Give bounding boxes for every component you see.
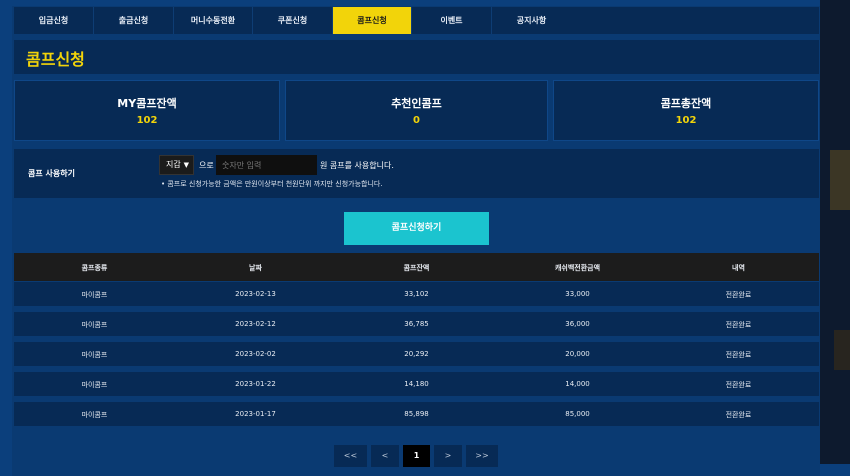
tab-coupon[interactable]: 쿠폰신청: [253, 7, 333, 34]
tab-comp[interactable]: 콤프신청: [333, 7, 412, 34]
header-comp-balance: 콤프잔액: [403, 264, 430, 272]
table-row: 마이콤프 2023-02-12 36,785 36,000 전환완료: [14, 312, 819, 336]
cell-cashback-amount: 33,000: [565, 290, 590, 298]
table-header: 콤프종류 날짜 콤프잔액 캐쉬백전환금액 내역: [14, 253, 819, 281]
top-tab-bar: 입금신청 출금신청 머니수동전환 쿠폰신청 콤프신청 이벤트 공지사항: [14, 7, 572, 34]
side-backdrop: [820, 0, 850, 464]
stat-label: 추천인콤프: [391, 97, 442, 110]
title-bar: 콤프신청: [14, 40, 819, 74]
stat-value: 0: [413, 115, 420, 126]
cell-cashback-amount: 14,000: [565, 380, 590, 388]
stat-label: MY콤프잔액: [117, 97, 177, 110]
cell-comp-balance: 33,102: [404, 290, 429, 298]
cell-cashback-amount: 36,000: [565, 320, 590, 328]
tab-deposit[interactable]: 입금신청: [14, 7, 94, 34]
cell-cashback-amount: 20,000: [565, 350, 590, 358]
cell-comp-type: 마이콤프: [81, 381, 108, 389]
stat-total-comp: 콤프총잔액 102: [553, 80, 819, 141]
header-cashback-amount: 캐쉬백전환금액: [554, 264, 601, 272]
table-row: 마이콤프 2023-02-13 33,102 33,000 전환완료: [14, 282, 819, 306]
tab-money-convert[interactable]: 머니수동전환: [174, 7, 253, 34]
cell-comp-balance: 36,785: [404, 320, 429, 328]
backdrop-decoration: [834, 330, 850, 370]
apply-comp-button[interactable]: 콤프신청하기: [344, 212, 489, 245]
stat-value: 102: [136, 115, 158, 126]
cell-comp-balance: 20,292: [404, 350, 429, 358]
tab-bar-filler: [569, 7, 819, 34]
cell-comp-type: 마이콤프: [81, 321, 108, 329]
cell-history: 전환완료: [725, 321, 752, 329]
cell-history: 전환완료: [725, 381, 752, 389]
cell-cashback-amount: 85,000: [565, 410, 590, 418]
wallet-select-value: 지갑: [166, 160, 181, 169]
header-comp-type: 콤프종류: [81, 264, 108, 272]
cell-date: 2023-02-12: [235, 320, 276, 328]
cell-date: 2023-01-22: [235, 380, 276, 388]
chevron-down-icon: ▼: [183, 161, 189, 169]
tab-event[interactable]: 이벤트: [412, 7, 492, 34]
header-history: 내역: [732, 264, 745, 272]
backdrop-decoration: [830, 150, 850, 210]
stat-value: 102: [675, 115, 697, 126]
cell-history: 전환완료: [725, 351, 752, 359]
stat-label: 콤프총잔액: [660, 97, 712, 110]
cell-history: 전환완료: [725, 411, 752, 419]
header-date: 날짜: [249, 264, 262, 272]
cell-comp-type: 마이콤프: [81, 411, 108, 419]
comp-use-suffix: 원 콤프를 사용합니다.: [320, 161, 394, 170]
cell-comp-type: 마이콤프: [81, 351, 108, 359]
table-row: 마이콤프 2023-02-02 20,292 20,000 전환완료: [14, 342, 819, 366]
particle-text: 으로: [199, 161, 214, 170]
comp-use-panel: 콤프 사용하기 지갑 ▼ 으로 원 콤프를 사용합니다. • 콤프로 신청가능한…: [14, 149, 819, 198]
cell-date: 2023-02-02: [235, 350, 276, 358]
cell-comp-balance: 14,180: [404, 380, 429, 388]
wallet-select[interactable]: 지갑 ▼: [159, 155, 194, 175]
cell-date: 2023-01-17: [235, 410, 276, 418]
comp-use-note: • 콤프로 신청가능한 금액은 만원이상부터 천원단위 까지만 신청가능합니다.: [161, 180, 383, 188]
comp-use-label: 콤프 사용하기: [28, 169, 75, 178]
cell-history: 전환완료: [725, 291, 752, 299]
cell-comp-balance: 85,898: [404, 410, 429, 418]
table-row: 마이콤프 2023-01-17 85,898 85,000 전환완료: [14, 402, 819, 426]
comp-amount-input[interactable]: [216, 155, 317, 175]
cell-date: 2023-02-13: [235, 290, 276, 298]
table-row: 마이콤프 2023-01-22 14,180 14,000 전환완료: [14, 372, 819, 396]
page-title: 콤프신청: [26, 50, 85, 69]
tab-notice[interactable]: 공지사항: [492, 7, 572, 34]
stat-my-comp: MY콤프잔액 102: [14, 80, 280, 141]
tab-withdraw[interactable]: 출금신청: [94, 7, 174, 34]
cell-comp-type: 마이콤프: [81, 291, 108, 299]
stat-referral-comp: 추천인콤프 0: [285, 80, 548, 141]
